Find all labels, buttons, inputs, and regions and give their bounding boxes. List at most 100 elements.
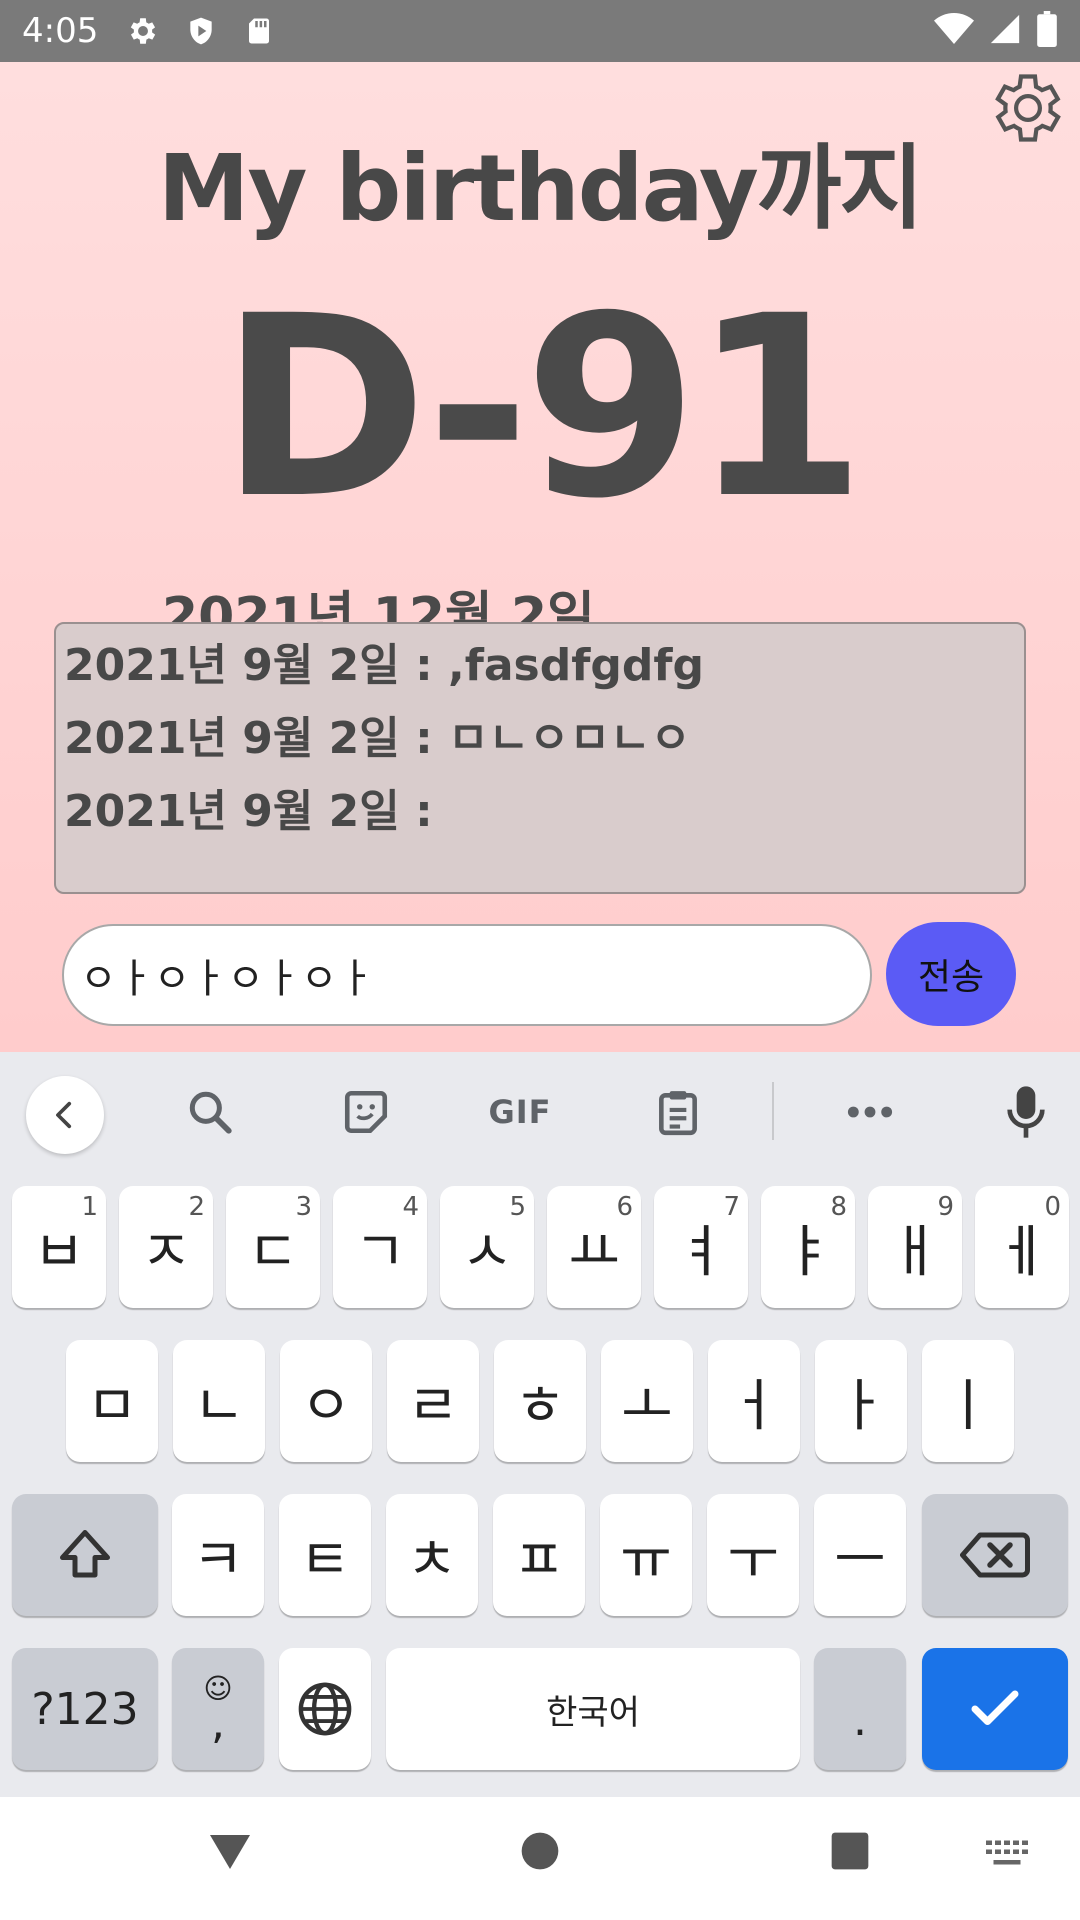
key-label: ㅓ <box>728 1373 780 1439</box>
status-bar: 4:05 <box>0 0 1080 62</box>
symbols-key[interactable]: ?123 <box>12 1648 158 1770</box>
letter-key[interactable]: ㄷ3 <box>226 1186 320 1308</box>
keyboard: GIF ?123 ☺ , 한국어 . ㅂ1ㅈ2ㄷ3ㄱ4ㅅ5ㅛ6ㅕ7ㅑ8ㅐ9ㅔ0ㅁ… <box>0 1052 1080 1797</box>
space-key[interactable]: 한국어 <box>386 1648 800 1770</box>
send-button[interactable]: 전송 <box>886 922 1016 1026</box>
key-label: ㅁ <box>86 1373 138 1439</box>
sticker-icon[interactable] <box>334 1080 398 1144</box>
key-label: ㅍ <box>513 1527 565 1593</box>
wifi-icon <box>934 12 974 51</box>
key-label: ㅛ <box>568 1219 620 1285</box>
keyboard-toolbar: GIF <box>0 1052 1080 1168</box>
key-label: ㅈ <box>140 1219 192 1285</box>
letter-key[interactable]: ㅅ5 <box>440 1186 534 1308</box>
key-number-hint: 5 <box>509 1192 526 1222</box>
backspace-icon <box>960 1532 1030 1578</box>
page-title: My birthday까지 <box>157 135 924 242</box>
letter-key[interactable]: ㅗ <box>601 1340 693 1462</box>
key-label: ㅌ <box>299 1527 351 1593</box>
key-label: ㅏ <box>835 1373 887 1439</box>
shift-key[interactable] <box>12 1494 158 1616</box>
key-number-hint: 2 <box>188 1192 205 1222</box>
key-label: ㅠ <box>620 1527 672 1593</box>
letter-key[interactable]: ㅣ <box>922 1340 1014 1462</box>
key-label: ㅑ <box>782 1219 834 1285</box>
letter-key[interactable]: ㄱ4 <box>333 1186 427 1308</box>
letter-key[interactable]: ㅈ2 <box>119 1186 213 1308</box>
letter-key[interactable]: ㅜ <box>707 1494 799 1616</box>
letter-key[interactable]: ㄹ <box>387 1340 479 1462</box>
letter-key[interactable]: ㅏ <box>815 1340 907 1462</box>
letter-key[interactable]: ㅍ <box>493 1494 585 1616</box>
letter-key[interactable]: ㅌ <box>279 1494 371 1616</box>
key-label: ㄱ <box>354 1219 406 1285</box>
shift-icon <box>60 1530 110 1578</box>
keyboard-switch-icon[interactable] <box>984 1839 1030 1874</box>
letter-key[interactable]: ㅛ6 <box>547 1186 641 1308</box>
letter-key[interactable]: ㅊ <box>386 1494 478 1616</box>
signal-icon <box>988 12 1022 51</box>
letter-key[interactable]: ㅓ <box>708 1340 800 1462</box>
key-number-hint: 3 <box>295 1192 312 1222</box>
letter-key[interactable]: ㅇ <box>280 1340 372 1462</box>
log-item: 2021년 9월 2일 : ㅁㄴㅇㅁㄴㅇ <box>64 713 691 764</box>
key-number-hint: 0 <box>1044 1192 1061 1222</box>
language-key[interactable] <box>279 1648 371 1770</box>
back-nav-icon[interactable] <box>206 1827 254 1880</box>
key-label: ㅐ <box>889 1219 941 1285</box>
key-number-hint: 7 <box>723 1192 740 1222</box>
mic-icon[interactable] <box>994 1080 1058 1144</box>
backspace-key[interactable] <box>922 1494 1068 1616</box>
home-nav-icon[interactable] <box>520 1831 560 1876</box>
key-label: ㅂ <box>33 1219 85 1285</box>
clipboard-icon[interactable] <box>646 1080 710 1144</box>
toolbar-divider <box>772 1082 774 1140</box>
log-item: 2021년 9월 2일 : <box>64 786 433 837</box>
enter-key[interactable] <box>922 1648 1068 1770</box>
key-label: ㅋ <box>192 1527 244 1593</box>
app-content: My birthday까지 D-91 2021년 12월 2일 2021년 9월… <box>0 62 1080 1052</box>
key-label: ㅊ <box>406 1527 458 1593</box>
key-label: ㅔ <box>996 1219 1048 1285</box>
back-button[interactable] <box>26 1076 104 1154</box>
key-number-hint: 1 <box>81 1192 98 1222</box>
check-icon <box>971 1690 1019 1725</box>
globe-icon <box>298 1682 352 1736</box>
letter-key[interactable]: ㅁ <box>66 1340 158 1462</box>
letter-key[interactable]: ㅐ9 <box>868 1186 962 1308</box>
letter-key[interactable]: ㅡ <box>814 1494 906 1616</box>
key-label: ㅎ <box>514 1373 566 1439</box>
letter-key[interactable]: ㅂ1 <box>12 1186 106 1308</box>
key-label: ㅡ <box>834 1527 886 1593</box>
recents-nav-icon[interactable] <box>830 1831 870 1876</box>
search-icon[interactable] <box>178 1080 242 1144</box>
key-number-hint: 9 <box>937 1192 954 1222</box>
key-label: ㄹ <box>407 1373 459 1439</box>
more-icon[interactable] <box>838 1080 902 1144</box>
sd-card-icon <box>240 12 278 50</box>
key-label: ㄴ <box>193 1373 245 1439</box>
key-number-hint: 4 <box>402 1192 419 1222</box>
period-key[interactable]: . <box>814 1648 906 1770</box>
letter-key[interactable]: ㅕ7 <box>654 1186 748 1308</box>
letter-key[interactable]: ㅔ0 <box>975 1186 1069 1308</box>
key-number-hint: 8 <box>830 1192 847 1222</box>
letter-key[interactable]: ㅎ <box>494 1340 586 1462</box>
message-input[interactable] <box>62 924 872 1026</box>
key-label: ㅗ <box>621 1373 673 1439</box>
letter-key[interactable]: ㅋ <box>172 1494 264 1616</box>
letter-key[interactable]: ㅠ <box>600 1494 692 1616</box>
key-label: ㅅ <box>461 1219 513 1285</box>
emoji-comma-key[interactable]: ☺ , <box>172 1648 264 1770</box>
letter-key[interactable]: ㅑ8 <box>761 1186 855 1308</box>
shield-play-icon <box>182 12 220 50</box>
key-label: ㅣ <box>942 1373 994 1439</box>
key-label: ㅕ <box>675 1219 727 1285</box>
letter-key[interactable]: ㄴ <box>173 1340 265 1462</box>
gif-button[interactable]: GIF <box>488 1080 552 1144</box>
message-log[interactable]: 2021년 9월 2일 : ,fasdfgdfg 2021년 9월 2일 : ㅁ… <box>54 622 1026 894</box>
gear-icon <box>124 12 162 50</box>
key-label: ㄷ <box>247 1219 299 1285</box>
key-label: ㅇ <box>300 1373 352 1439</box>
chevron-left-icon <box>56 1101 72 1129</box>
